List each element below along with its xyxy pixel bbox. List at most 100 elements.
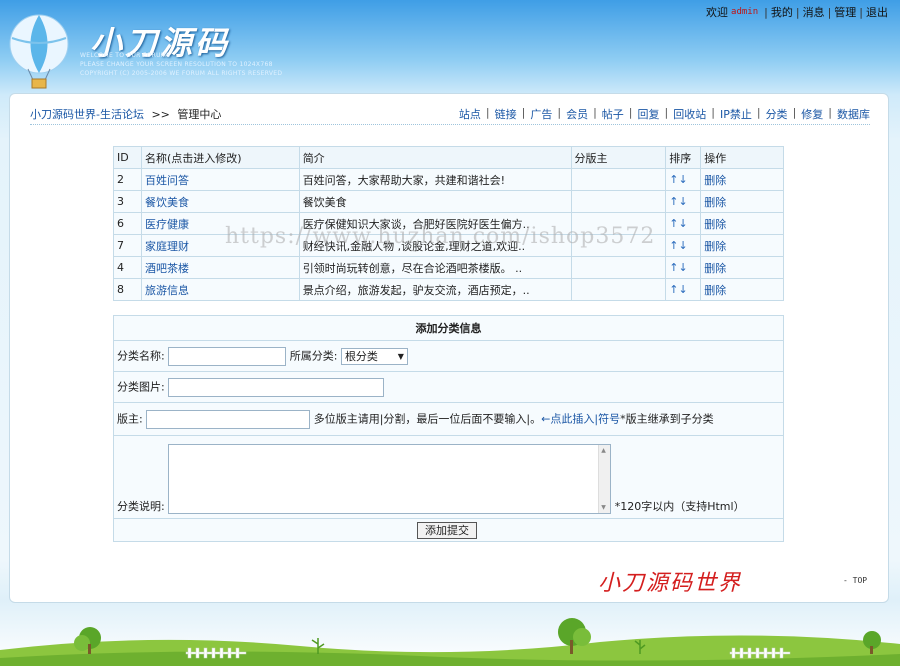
user-links: 欢迎 admin | 我的 | 消息 | 管理 | 退出 [706,4,888,20]
nav-bar: 小刀源码世界-生活论坛 >> 管理中心 站点 | 链接 | 广告 | 会员 | 帖子 | … [30,104,870,125]
breadcrumb-current: 管理中心 [177,108,222,121]
parent-category-select[interactable]: 根分类 ▼ [340,347,408,365]
cell-id: 3 [113,190,142,213]
sort-arrows-icon[interactable]: ↑↓ [669,261,687,274]
hot-air-balloon-icon [9,14,69,89]
cell-moderator [570,256,667,279]
category-name-link[interactable]: 餐饮美食 [145,196,189,209]
logo-subtitle: COPYRIGHT (C) 2005-2006 WE FORUM ALL RIG… [80,70,283,77]
cell-id: 7 [113,234,142,257]
sort-arrows-icon[interactable]: ↑↓ [669,283,687,296]
category-name-link[interactable]: 家庭理财 [145,240,189,253]
table-row: 2 百姓问答 百姓问答，大家帮助大家，共建和谐社会! ↑↓ 删除 [113,168,784,191]
table-row: 4 酒吧茶楼 引领时尚玩转创意，尽在合论酒吧茶楼版。 .. ↑↓ 删除 [113,256,784,279]
cell-id: 2 [113,168,142,191]
inherit-note: *版主继承到子分类 [620,412,714,425]
table-row: 3 餐饮美食 餐饮美食 ↑↓ 删除 [113,190,784,213]
breadcrumb-separator: >> [151,108,170,121]
submit-button[interactable]: 添加提交 [417,521,477,539]
cell-intro: 百姓问答，大家帮助大家，共建和谐社会! [298,168,572,191]
scroll-down-icon[interactable]: ▼ [601,504,606,511]
messages-link[interactable]: 消息 [803,4,825,20]
nav-posts[interactable]: 帖子 [602,106,624,122]
moderator-hint: 多位版主请用|分割，最后一位后面不要输入|。 [313,412,542,425]
col-header-moderator: 分版主 [570,146,667,169]
nav-repair[interactable]: 修复 [801,106,823,122]
scroll-up-icon[interactable]: ▲ [601,447,606,454]
divider: | [795,5,800,19]
cell-moderator [570,278,667,301]
cell-intro: 引领时尚玩转创意，尽在合论酒吧茶楼版。 .. [298,256,572,279]
divider: | [628,106,633,119]
category-name-link[interactable]: 百姓问答 [145,174,189,187]
category-image-input[interactable] [168,377,385,397]
delete-link[interactable]: 删除 [704,240,726,253]
nav-site[interactable]: 站点 [459,106,481,122]
description-hint: *120字以内（支持Html） [614,500,745,513]
delete-link[interactable]: 删除 [704,218,726,231]
divider: | [828,106,832,119]
watermark-text: https://www.huzhan.com/ishop3572 [225,224,656,249]
username-link[interactable]: admin [731,7,758,17]
cell-id: 8 [113,278,142,301]
category-image-label: 分类图片: [117,380,165,393]
nav-ads[interactable]: 广告 [530,106,552,122]
sort-arrows-icon[interactable]: ↑↓ [669,217,687,230]
category-name-input[interactable] [168,346,287,366]
logout-link[interactable]: 退出 [866,4,888,20]
sort-arrows-icon[interactable]: ↑↓ [669,195,687,208]
category-name-link[interactable]: 旅游信息 [145,284,189,297]
description-label: 分类说明: [117,500,165,513]
delete-link[interactable]: 删除 [704,174,726,187]
sort-arrows-icon[interactable]: ↑↓ [669,173,687,186]
divider: | [827,5,832,19]
moderator-input[interactable] [146,409,311,429]
parent-category-value: 根分类 [344,349,378,363]
col-header-action: 操作 [700,146,784,169]
divider: | [764,5,768,19]
cell-id: 6 [113,212,142,235]
moderator-label: 版主: [117,412,143,425]
breadcrumb-forum-link[interactable]: 小刀源码世界-生活论坛 [30,108,144,121]
delete-link[interactable]: 删除 [704,284,726,297]
divider: | [711,106,715,119]
my-link[interactable]: 我的 [771,4,793,20]
dropdown-arrow-icon: ▼ [397,351,404,361]
textarea-scrollbar[interactable]: ▲ ▼ [598,445,611,513]
breadcrumb: 小刀源码世界-生活论坛 >> 管理中心 [30,106,221,122]
table-row: 8 旅游信息 景点介绍，旅游发起，驴友交流，酒店预定，.. ↑↓ 删除 [113,278,784,301]
footer-brand: 小刀源码世界 [598,571,743,596]
col-header-id: ID [113,146,142,169]
nav-categories[interactable]: 分类 [766,106,788,122]
cell-moderator [570,190,667,213]
col-header-name: 名称(点击进入修改) [140,146,300,169]
nav-database[interactable]: 数据库 [837,106,870,122]
category-name-link[interactable]: 医疗健康 [145,218,189,231]
nav-recycle[interactable]: 回收站 [673,106,706,122]
delete-link[interactable]: 删除 [704,196,726,209]
form-title: 添加分类信息 [113,315,784,341]
add-category-form: 添加分类信息 分类名称: 所属分类: 根分类 ▼ 分类图片: 版主: 多位版主请用… [113,315,784,542]
divider: | [593,106,597,119]
nav-replies[interactable]: 回复 [638,106,660,122]
description-textarea[interactable]: ▲ ▼ [168,444,612,514]
sort-arrows-icon[interactable]: ↑↓ [669,239,687,252]
cell-intro: 景点介绍，旅游发起，驴友交流，酒店预定，.. [298,278,572,301]
category-name-label: 分类名称: [117,349,165,362]
divider: | [859,5,863,19]
main-panel: 小刀源码世界-生活论坛 >> 管理中心 站点 | 链接 | 广告 | 会员 | 帖子 | … [9,93,889,603]
welcome-text: 欢迎 [706,6,729,19]
category-name-link[interactable]: 酒吧茶楼 [145,262,189,275]
cell-moderator [570,168,667,191]
divider: | [792,106,797,119]
nav-links[interactable]: 链接 [495,106,517,122]
manage-link[interactable]: 管理 [834,4,856,20]
col-header-sort: 排序 [665,146,702,169]
parent-category-label: 所属分类: [289,349,338,362]
insert-separator-link[interactable]: ←点此插入|符号 [541,412,620,425]
nav-ip-ban[interactable]: IP禁止 [720,106,752,122]
back-to-top-link[interactable]: - TOP [843,576,867,585]
nav-members[interactable]: 会员 [566,106,588,122]
delete-link[interactable]: 删除 [704,262,726,275]
header: 小刀源码 WELCOME TO OUR FORUMS PLEASE CHANGE… [0,0,900,92]
